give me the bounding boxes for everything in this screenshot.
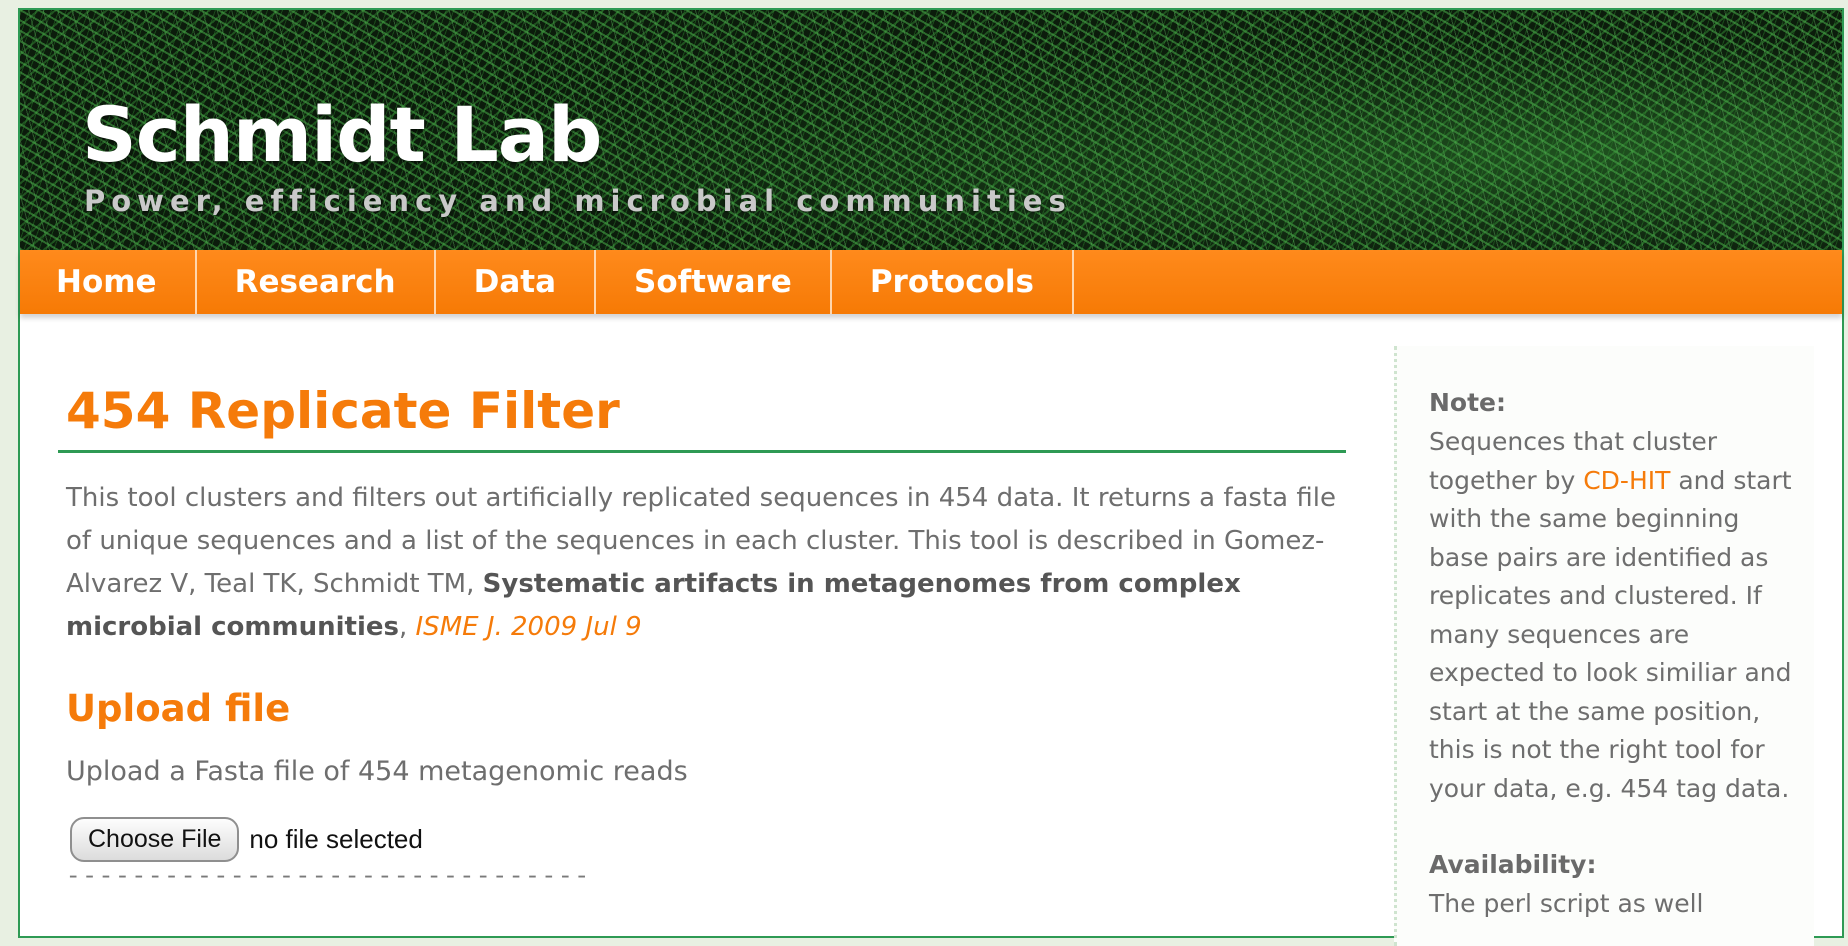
nav-item-protocols[interactable]: Protocols — [832, 250, 1074, 314]
sidebar: Note: Sequences that cluster together by… — [1394, 346, 1814, 946]
main-content: 454 Replicate Filter This tool clusters … — [58, 370, 1346, 891]
cd-hit-link[interactable]: CD-HIT — [1583, 466, 1670, 495]
divider-line: -------------------------------- — [66, 864, 591, 891]
choose-file-button[interactable]: Choose File — [70, 817, 240, 862]
nav-item-data[interactable]: Data — [436, 250, 596, 314]
upload-description: Upload a Fasta file of 454 metagenomic r… — [66, 756, 688, 787]
note-label: Note: — [1429, 388, 1507, 417]
note-text: Sequences that cluster together by CD-HI… — [1429, 423, 1805, 808]
page-title: 454 Replicate Filter — [58, 370, 1346, 453]
page-container: Schmidt Lab Power, efficiency and microb… — [18, 8, 1844, 946]
nav-item-software[interactable]: Software — [596, 250, 832, 314]
tool-description: This tool clusters and filters out artif… — [66, 477, 1346, 649]
citation-separator: , — [398, 612, 416, 642]
main-navigation: Home Research Data Software Protocols — [20, 250, 1842, 314]
site-title[interactable]: Schmidt Lab — [82, 90, 602, 179]
availability-label: Availability: — [1429, 850, 1597, 879]
nav-item-home[interactable]: Home — [20, 250, 197, 314]
file-status-text: no file selected — [249, 824, 423, 854]
upload-heading: Upload file — [66, 687, 291, 730]
file-input: Choose File no file selected — [70, 817, 1346, 862]
citation-link[interactable]: ISME J. 2009 Jul 9 — [416, 612, 642, 642]
site-tagline: Power, efficiency and microbial communit… — [84, 184, 1072, 218]
note-text-rest: and start with the same beginning base p… — [1429, 465, 1792, 803]
header-banner: Schmidt Lab Power, efficiency and microb… — [20, 10, 1842, 250]
availability-text: The perl script as well — [1429, 889, 1704, 918]
nav-item-research[interactable]: Research — [197, 250, 436, 314]
